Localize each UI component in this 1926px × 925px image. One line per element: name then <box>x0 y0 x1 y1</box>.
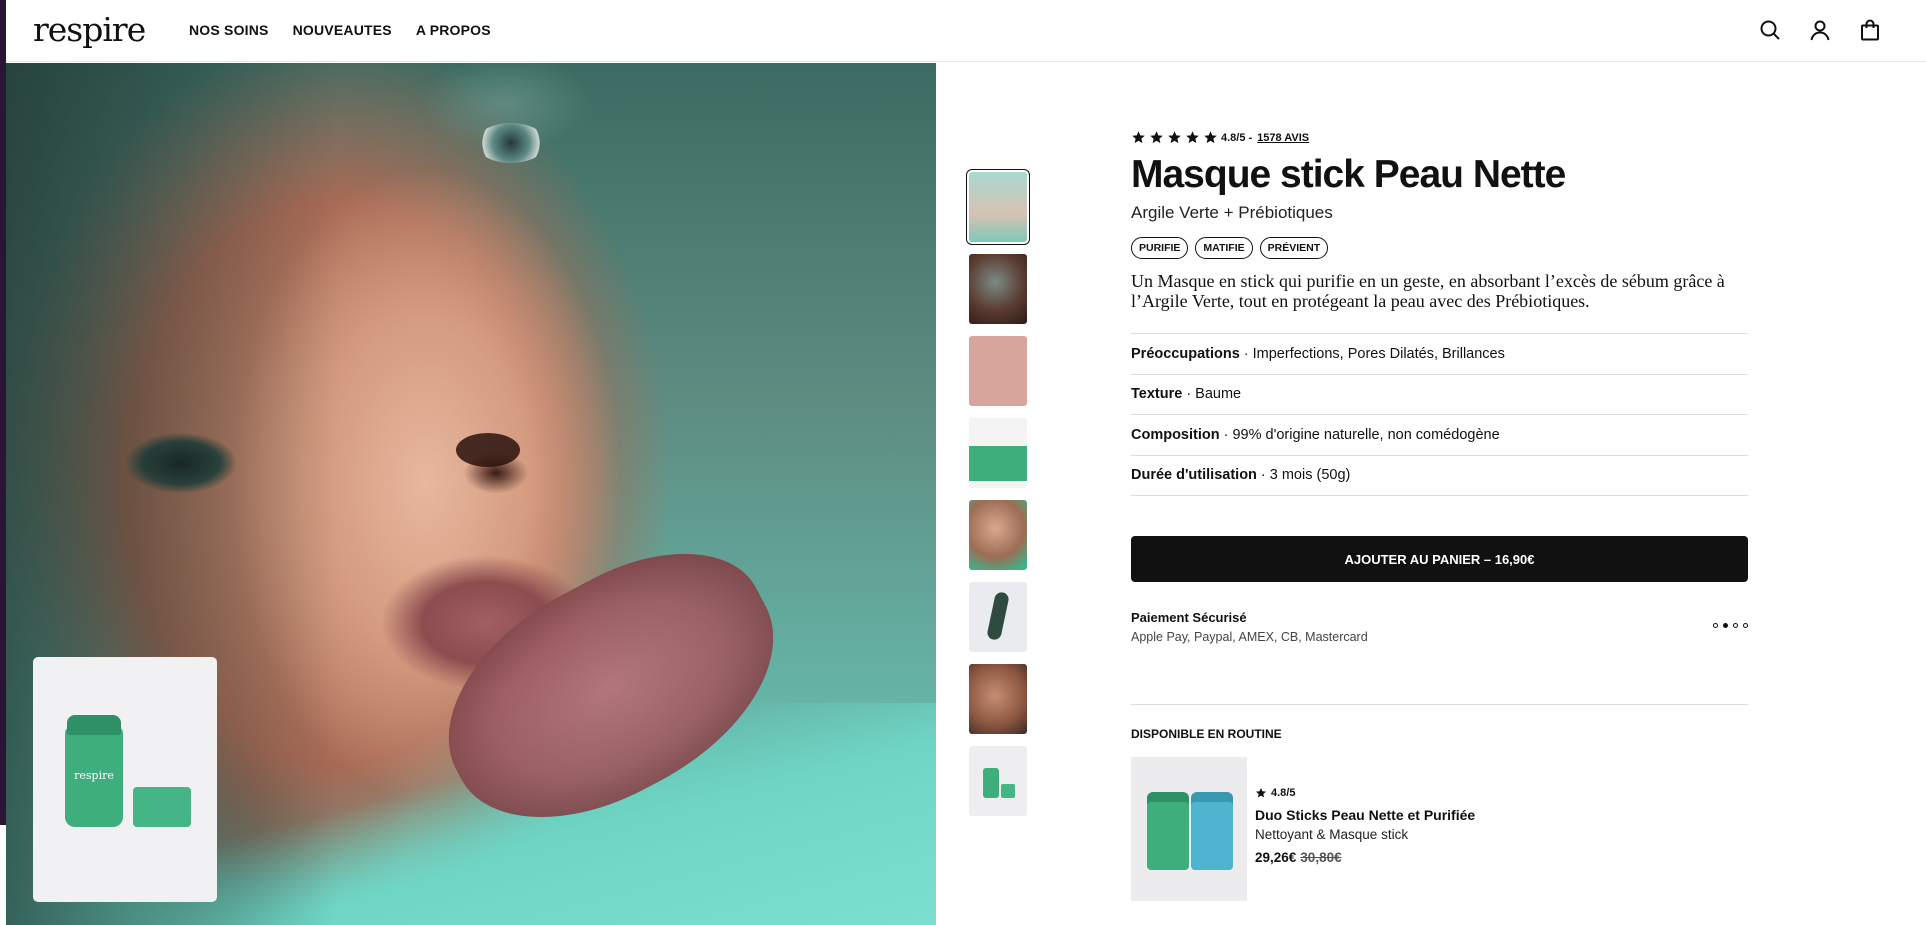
star-icon <box>1150 131 1163 144</box>
nav-item-nos-soins[interactable]: NOS SOINS <box>189 22 269 38</box>
spec-label: Durée d'utilisation <box>1131 467 1257 484</box>
routine-card[interactable]: 4.8/5 Duo Sticks Peau Nette et Purifiée … <box>1131 757 1748 901</box>
routine-info: 4.8/5 Duo Sticks Peau Nette et Purifiée … <box>1255 787 1475 865</box>
carousel-dot-active[interactable] <box>1723 623 1728 628</box>
routine-rating-score: 4.8/5 <box>1271 787 1296 799</box>
nav-item-nouveautes[interactable]: NOUVEAUTES <box>293 22 392 38</box>
carousel-dot[interactable] <box>1743 623 1748 628</box>
spec-row-texture: Texture · Baume <box>1131 375 1748 415</box>
thumbnail-5[interactable] <box>969 500 1027 570</box>
product-page: respire NOS SOINS NOUVEAUTES A PROPOS re… <box>0 0 1926 925</box>
spec-value: 99% d'origine naturelle, non comédogène <box>1232 426 1500 443</box>
product-info: 4.8/5 - 1578 AVIS Masque stick Peau Nett… <box>1131 130 1748 901</box>
product-specs: Préoccupations · Imperfections, Pores Dila… <box>1131 333 1748 496</box>
spec-row-duree: Durée d'utilisation · 3 mois (50g) <box>1131 456 1748 496</box>
routine-current-price: 29,26€ <box>1255 850 1297 865</box>
routine-product-image[interactable] <box>1131 757 1247 901</box>
payment-title: Paiement Sécurisé <box>1131 610 1247 625</box>
star-icon <box>1256 788 1266 798</box>
star-rating <box>1131 130 1218 145</box>
rating-score: 4.8/5 <box>1221 131 1246 144</box>
thumbnail-8[interactable] <box>969 746 1027 816</box>
star-icon <box>1186 131 1199 144</box>
add-to-cart-button[interactable]: AJOUTER AU PANIER – 16,90€ <box>1131 536 1748 582</box>
main-nav: NOS SOINS NOUVEAUTES A PROPOS <box>189 22 491 38</box>
star-icon <box>1204 131 1217 144</box>
product-description: Un Masque en stick qui purifie en un ges… <box>1131 271 1725 311</box>
spec-label: Texture <box>1131 386 1183 403</box>
carousel-dot[interactable] <box>1713 623 1718 628</box>
spec-row-preoccupations: Préoccupations · Imperfections, Pores Dila… <box>1131 334 1748 375</box>
thumbnail-7[interactable] <box>969 664 1027 734</box>
secure-payment: Paiement Sécurisé Apple Pay, Paypal, AME… <box>1131 610 1748 650</box>
header-icons <box>1758 18 1882 42</box>
product-stick-image: respire <box>65 715 123 827</box>
site-header: respire NOS SOINS NOUVEAUTES A PROPOS <box>6 0 1926 62</box>
section-divider <box>1131 704 1748 705</box>
rating-separator: - <box>1248 131 1253 144</box>
spec-value: 3 mois (50g) <box>1269 467 1351 484</box>
product-packshot-inset: respire <box>33 657 217 902</box>
account-icon[interactable] <box>1808 18 1832 42</box>
spec-row-composition: Composition · 99% d'origine naturelle, non… <box>1131 415 1748 456</box>
spec-label: Préoccupations <box>1131 345 1240 362</box>
star-icon <box>1168 131 1181 144</box>
star-icon <box>1132 131 1145 144</box>
search-icon[interactable] <box>1758 18 1782 42</box>
nav-item-a-propos[interactable]: A PROPOS <box>416 22 491 38</box>
routine-product-name[interactable]: Duo Sticks Peau Nette et Purifiée <box>1255 807 1475 823</box>
routine-product-subtitle: Nettoyant & Masque stick <box>1255 827 1409 842</box>
carousel-dot[interactable] <box>1733 623 1738 628</box>
reviews-link[interactable]: 1578 AVIS <box>1257 132 1309 144</box>
routine-rating: 4.8/5 <box>1255 787 1475 799</box>
tag-matifie: MATIFIE <box>1195 237 1253 259</box>
thumbnail-4[interactable] <box>969 418 1027 488</box>
thumbnail-2[interactable] <box>969 254 1027 324</box>
spec-value: Imperfections, Pores Dilatés, Brillances <box>1252 345 1505 362</box>
tag-previent: PRÉVIENT <box>1259 237 1329 259</box>
hero-image: respire <box>6 63 936 925</box>
routine-heading: DISPONIBLE EN ROUTINE <box>1131 727 1282 741</box>
payment-methods: Apple Pay, Paypal, AMEX, CB, Mastercard <box>1131 630 1368 644</box>
brand-logo[interactable]: respire <box>33 10 146 49</box>
product-cap-image <box>133 787 191 827</box>
cart-bag-icon[interactable] <box>1858 18 1882 42</box>
spec-label: Composition <box>1131 426 1220 443</box>
product-rating: 4.8/5 - 1578 AVIS <box>1131 130 1748 145</box>
thumbnail-1[interactable] <box>966 169 1030 245</box>
product-subtitle: Argile Verte + Prébiotiques <box>1131 203 1333 222</box>
thumbnail-3[interactable] <box>969 336 1027 406</box>
benefit-tags: PURIFIE MATIFIE PRÉVIENT <box>1131 237 1748 259</box>
routine-price: 29,26€ 30,80€ <box>1255 850 1475 865</box>
carousel-dots <box>1713 623 1748 628</box>
thumbnail-6[interactable] <box>969 582 1027 652</box>
routine-old-price: 30,80€ <box>1300 850 1342 865</box>
spec-value: Baume <box>1195 386 1242 403</box>
thumbnail-gallery <box>966 169 1030 828</box>
packshot-brand-text: respire <box>74 769 114 782</box>
product-title: Masque stick Peau Nette <box>1131 153 1566 196</box>
tag-purifie: PURIFIE <box>1131 237 1189 259</box>
